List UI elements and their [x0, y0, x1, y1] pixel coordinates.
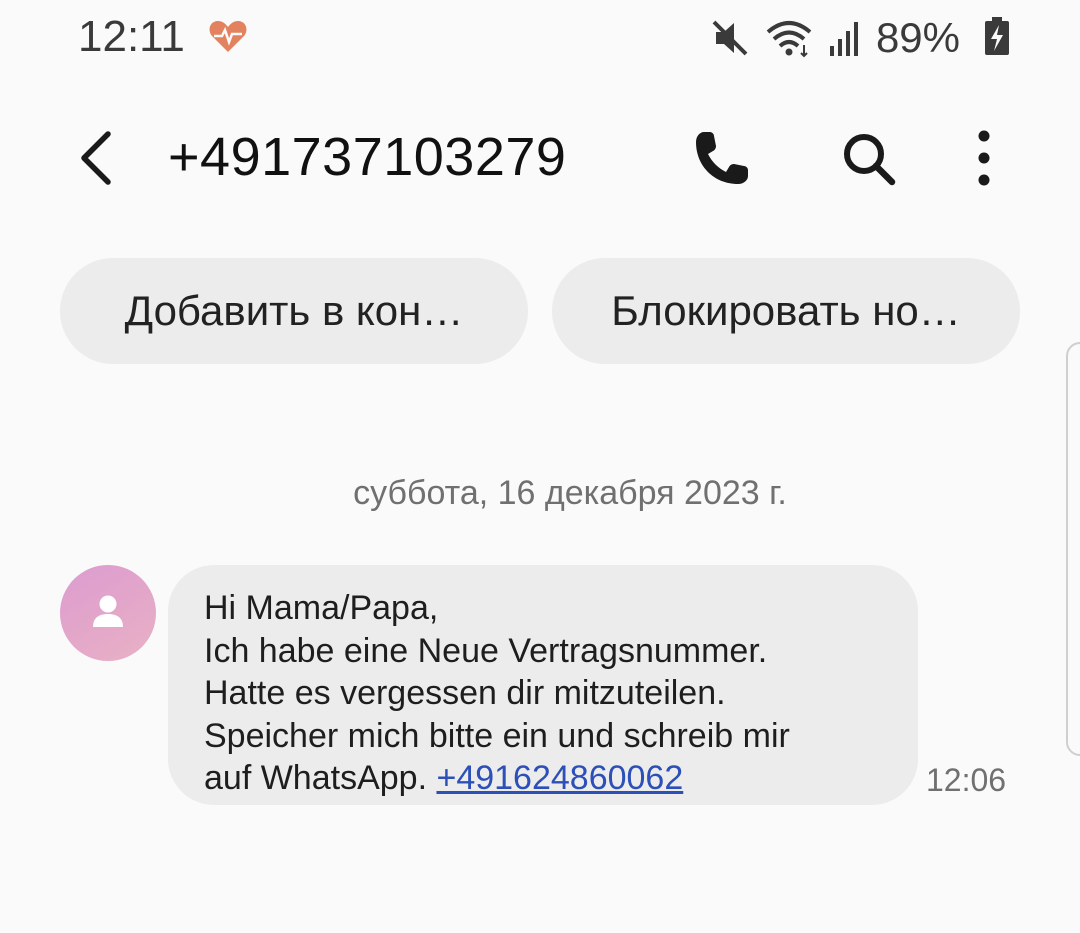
status-time: 12:11 [78, 12, 185, 61]
message-bubble[interactable]: Hi Mama/Papa, Ich habe eine Neue Vertrag… [168, 565, 918, 805]
message-line: Ich habe eine Neue Vertragsnummer. [204, 631, 768, 670]
heart-icon [209, 21, 247, 52]
status-icons: 89% [710, 10, 1006, 66]
more-options-button[interactable] [962, 124, 1006, 192]
search-icon [844, 134, 896, 186]
wifi-icon [766, 21, 812, 58]
mute-icon [712, 20, 748, 56]
edge-panel-handle[interactable] [1066, 342, 1080, 756]
message-timestamp: 12:06 [926, 762, 1007, 798]
add-to-contacts-button[interactable]: Добавить в кон… [60, 258, 528, 364]
message-line: Hi Mama/Papa, [204, 589, 439, 627]
call-button[interactable] [690, 126, 754, 190]
battery-percent: 89% [875, 14, 960, 61]
avatar[interactable] [60, 565, 156, 661]
message-line: Speicher mich bitte ein und schreib mir [204, 716, 790, 755]
signal-icon [829, 22, 858, 56]
back-icon [81, 131, 111, 185]
date-separator: суббота, 16 декабря 2023 г. [353, 474, 787, 512]
phone-icon [696, 132, 748, 184]
person-icon [93, 595, 123, 627]
conversation-header: +491737103279 [0, 100, 1080, 220]
battery-charging-icon [985, 17, 1009, 55]
search-button[interactable] [836, 126, 900, 190]
message-line-last: auf WhatsApp. +491624860062 [204, 757, 882, 800]
status-bar: 12:11 89% [0, 0, 1080, 80]
more-vertical-icon [978, 130, 990, 186]
back-button[interactable] [64, 122, 128, 194]
message-line: Hatte es vergessen dir mitzuteilen. [204, 674, 726, 712]
phone-number-link[interactable]: +491624860062 [436, 759, 683, 797]
block-number-button[interactable]: Блокировать но… [552, 258, 1020, 364]
contact-number-title: +491737103279 [168, 127, 567, 187]
message-line-text: auf WhatsApp. [204, 759, 437, 797]
